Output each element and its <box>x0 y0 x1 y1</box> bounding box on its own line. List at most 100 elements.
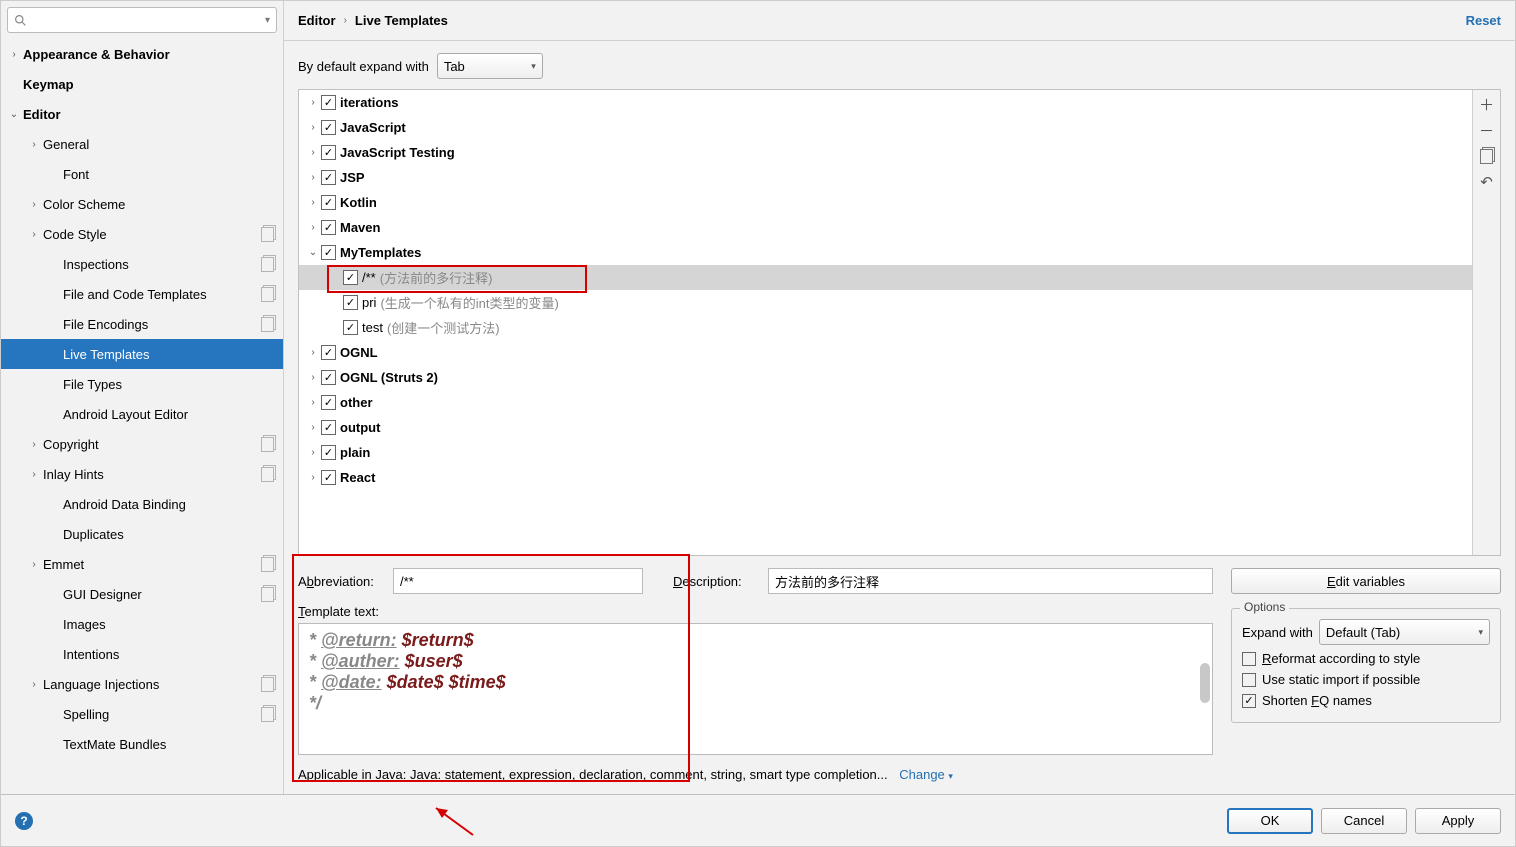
tree-item-label: /** <box>362 270 376 285</box>
revert-icon[interactable]: ↶ <box>1479 174 1495 190</box>
enable-checkbox[interactable] <box>321 195 336 210</box>
enable-checkbox[interactable] <box>321 395 336 410</box>
enable-checkbox[interactable] <box>343 320 358 335</box>
enable-checkbox[interactable] <box>321 220 336 235</box>
template-group[interactable]: ›OGNL (Struts 2) <box>299 365 1472 390</box>
sidebar-item-inlay-hints[interactable]: ›Inlay Hints <box>1 459 283 489</box>
copy-template-icon[interactable] <box>1479 148 1495 164</box>
sidebar-item-label: Images <box>63 617 275 632</box>
template-group[interactable]: ›JSP <box>299 165 1472 190</box>
enable-checkbox[interactable] <box>321 245 336 260</box>
enable-checkbox[interactable] <box>321 345 336 360</box>
expand-with-select[interactable]: Tab ▾ <box>437 53 543 79</box>
remove-icon[interactable]: － <box>1479 122 1495 138</box>
template-group[interactable]: ⌄MyTemplates <box>299 240 1472 265</box>
sidebar-item-color-scheme[interactable]: ›Color Scheme <box>1 189 283 219</box>
ok-button[interactable]: OK <box>1227 808 1313 834</box>
sidebar-item-editor[interactable]: ⌄Editor <box>1 99 283 129</box>
tree-item-label: JavaScript Testing <box>340 145 455 160</box>
sidebar-item-label: Language Injections <box>43 677 261 692</box>
enable-checkbox[interactable] <box>321 145 336 160</box>
sidebar-item-file-types[interactable]: File Types <box>1 369 283 399</box>
apply-button[interactable]: Apply <box>1415 808 1501 834</box>
sidebar-item-intentions[interactable]: Intentions <box>1 639 283 669</box>
edit-variables-button[interactable]: Edit variables <box>1231 568 1501 594</box>
sidebar-item-appearance-behavior[interactable]: ›Appearance & Behavior <box>1 39 283 69</box>
enable-checkbox[interactable] <box>343 295 358 310</box>
breadcrumb-b: Live Templates <box>355 13 448 28</box>
chevron-icon: › <box>305 172 321 183</box>
enable-checkbox[interactable] <box>321 120 336 135</box>
chevron-icon: › <box>305 397 321 408</box>
sidebar-item-live-templates[interactable]: Live Templates <box>1 339 283 369</box>
description-input[interactable] <box>768 568 1213 594</box>
template-group[interactable]: ›Kotlin <box>299 190 1472 215</box>
search-input[interactable]: ▾ <box>7 7 277 33</box>
opt-expand-with-label: Expand with <box>1242 625 1313 640</box>
shorten-fq-checkbox[interactable] <box>1242 694 1256 708</box>
sidebar-item-language-injections[interactable]: ›Language Injections <box>1 669 283 699</box>
sidebar-item-code-style[interactable]: ›Code Style <box>1 219 283 249</box>
project-scope-icon <box>261 707 275 721</box>
sidebar-item-keymap[interactable]: Keymap <box>1 69 283 99</box>
project-scope-icon <box>261 587 275 601</box>
sidebar-item-label: Appearance & Behavior <box>23 47 275 62</box>
reset-link[interactable]: Reset <box>1466 13 1501 28</box>
template-group[interactable]: ›output <box>299 415 1472 440</box>
sidebar-item-android-layout-editor[interactable]: Android Layout Editor <box>1 399 283 429</box>
sidebar-item-emmet[interactable]: ›Emmet <box>1 549 283 579</box>
sidebar-item-general[interactable]: ›General <box>1 129 283 159</box>
help-icon[interactable]: ? <box>15 812 33 830</box>
enable-checkbox[interactable] <box>321 95 336 110</box>
sidebar-item-spelling[interactable]: Spelling <box>1 699 283 729</box>
sidebar-item-label: File and Code Templates <box>63 287 261 302</box>
enable-checkbox[interactable] <box>321 420 336 435</box>
tree-item-label: MyTemplates <box>340 245 421 260</box>
sidebar-item-label: Spelling <box>63 707 261 722</box>
opt-expand-with-select[interactable]: Default (Tab) ▾ <box>1319 619 1490 645</box>
tree-item-label: Kotlin <box>340 195 377 210</box>
cancel-button[interactable]: Cancel <box>1321 808 1407 834</box>
template-group[interactable]: ›other <box>299 390 1472 415</box>
enable-checkbox[interactable] <box>343 270 358 285</box>
template-item[interactable]: /**(方法前的多行注释) <box>299 265 1472 290</box>
template-group[interactable]: ›React <box>299 465 1472 490</box>
scrollbar-thumb[interactable] <box>1200 663 1210 703</box>
enable-checkbox[interactable] <box>321 170 336 185</box>
sidebar-item-android-data-binding[interactable]: Android Data Binding <box>1 489 283 519</box>
static-import-checkbox[interactable] <box>1242 673 1256 687</box>
template-group[interactable]: ›iterations <box>299 90 1472 115</box>
sidebar-item-copyright[interactable]: ›Copyright <box>1 429 283 459</box>
template-group[interactable]: ›Maven <box>299 215 1472 240</box>
sidebar-item-gui-designer[interactable]: GUI Designer <box>1 579 283 609</box>
tree-item-label: OGNL <box>340 345 378 360</box>
sidebar-item-textmate-bundles[interactable]: TextMate Bundles <box>1 729 283 759</box>
change-context-link[interactable]: Change ▾ <box>899 767 953 782</box>
enable-checkbox[interactable] <box>321 370 336 385</box>
reformat-checkbox[interactable] <box>1242 652 1256 666</box>
chevron-icon: › <box>25 559 43 570</box>
sidebar-item-font[interactable]: Font <box>1 159 283 189</box>
template-group[interactable]: ›JavaScript <box>299 115 1472 140</box>
template-group[interactable]: ›JavaScript Testing <box>299 140 1472 165</box>
sidebar-item-label: TextMate Bundles <box>63 737 275 752</box>
template-group[interactable]: ›plain <box>299 440 1472 465</box>
sidebar-item-file-encodings[interactable]: File Encodings <box>1 309 283 339</box>
chevron-down-icon[interactable]: ▾ <box>265 15 270 26</box>
sidebar-item-file-and-code-templates[interactable]: File and Code Templates <box>1 279 283 309</box>
template-item[interactable]: test(创建一个测试方法) <box>299 315 1472 340</box>
abbreviation-input[interactable] <box>393 568 643 594</box>
template-text-editor[interactable]: * @return: $return$* @auther: $user$* @d… <box>298 623 1213 755</box>
template-group[interactable]: ›OGNL <box>299 340 1472 365</box>
sidebar-item-inspections[interactable]: Inspections <box>1 249 283 279</box>
sidebar-item-images[interactable]: Images <box>1 609 283 639</box>
sidebar-item-duplicates[interactable]: Duplicates <box>1 519 283 549</box>
enable-checkbox[interactable] <box>321 445 336 460</box>
add-icon[interactable]: ＋ <box>1479 96 1495 112</box>
project-scope-icon <box>261 437 275 451</box>
tree-item-desc: (生成一个私有的int类型的变量) <box>380 293 558 312</box>
search-icon <box>14 14 27 27</box>
enable-checkbox[interactable] <box>321 470 336 485</box>
template-item[interactable]: pri(生成一个私有的int类型的变量) <box>299 290 1472 315</box>
template-tree[interactable]: ›iterations›JavaScript›JavaScript Testin… <box>299 90 1472 555</box>
